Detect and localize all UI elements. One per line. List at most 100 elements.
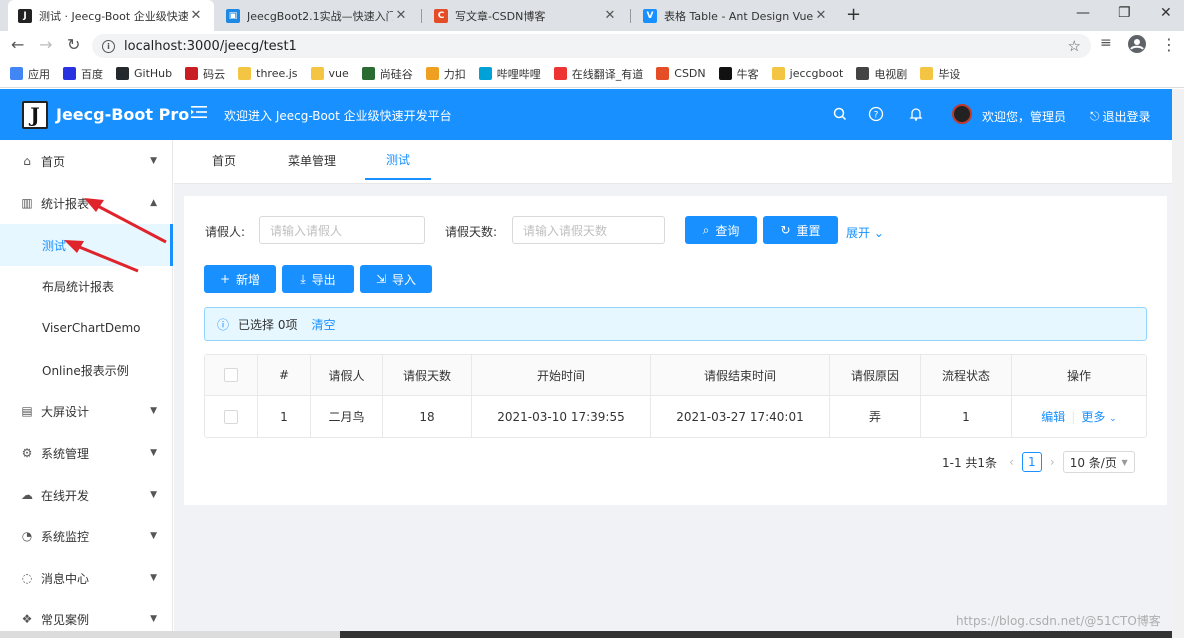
- info-icon[interactable]: i: [102, 39, 115, 53]
- tab-home[interactable]: 首页: [202, 140, 246, 180]
- forward-arrow-icon[interactable]: →: [39, 35, 52, 54]
- bookmark-item[interactable]: 码云: [185, 66, 225, 82]
- bookmark-item[interactable]: 尚硅谷: [361, 66, 413, 82]
- window-close-icon[interactable]: ✕: [1160, 5, 1172, 21]
- applicant-input[interactable]: 请输入请假人: [259, 216, 425, 244]
- row-checkbox[interactable]: [205, 396, 258, 437]
- logout-button[interactable]: ⎋ 退出登录: [1090, 108, 1151, 125]
- browser-tab-title: 写文章-CSDN博客: [455, 9, 546, 23]
- page-item[interactable]: 1: [1021, 452, 1042, 472]
- info-circle-icon: ⓘ: [217, 317, 230, 332]
- sidebar-item[interactable]: 布局统计报表: [0, 265, 173, 307]
- sidebar-item[interactable]: ☁ 在线开发 ▼: [0, 474, 173, 516]
- prev-page-icon[interactable]: ‹: [1009, 455, 1014, 469]
- close-icon[interactable]: ✕: [813, 8, 829, 23]
- page-size-select[interactable]: 10 条/页 ▼: [1062, 451, 1135, 473]
- more-dropdown[interactable]: 更多 ⌄: [1081, 408, 1116, 425]
- bookmark-icon: [478, 67, 492, 80]
- bookmark-icon: [116, 67, 129, 80]
- back-arrow-icon[interactable]: ←: [11, 35, 24, 54]
- bookmark-item[interactable]: three.js: [238, 67, 298, 80]
- close-icon[interactable]: ✕: [188, 8, 204, 23]
- bookmark-item[interactable]: 哔哩哔哩: [478, 66, 541, 82]
- browser-tab-jeecgboot-guide[interactable]: ▣ JeecgBoot2.1实战—快速入门教 ✕: [216, 0, 419, 31]
- sidebar-item[interactable]: 测试: [0, 224, 173, 266]
- bookmark-icon: [920, 67, 934, 80]
- query-button[interactable]: ⌕ 查询: [685, 216, 757, 244]
- bookmark-label: 应用: [28, 67, 50, 81]
- column-header: #: [258, 355, 311, 395]
- add-button[interactable]: + 新增: [204, 265, 276, 293]
- minimize-icon[interactable]: —: [1076, 5, 1090, 21]
- sidebar-item[interactable]: Online报表示例: [0, 349, 173, 391]
- bookmark-item[interactable]: 毕设: [920, 66, 960, 82]
- sidebar-item[interactable]: ViserChartDemo: [0, 307, 173, 349]
- column-header: 请假原因: [830, 355, 921, 395]
- sidebar-menu: ⌂ 首页 ▼ ▥ 统计报表 ▲ 测试布局统计报表 ViserChartDemo Online报表…: [0, 140, 173, 638]
- bookmark-star-icon[interactable]: ☆: [1068, 37, 1081, 55]
- bookmark-item[interactable]: 应用: [10, 66, 50, 82]
- header-welcome-title: 欢迎进入 Jeecg-Boot 企业级快速开发平台: [224, 109, 452, 123]
- close-icon[interactable]: ✕: [393, 8, 409, 23]
- expand-link[interactable]: 展开 ⌄: [846, 224, 884, 241]
- bookmark-item[interactable]: vue: [310, 67, 349, 80]
- sidebar-item[interactable]: ◔ 系统监控 ▼: [0, 515, 173, 557]
- sidebar-item-label: Online报表示例: [42, 363, 129, 378]
- sidebar-item-label: 布局统计报表: [42, 279, 115, 294]
- skin-icon: ❖: [21, 612, 33, 626]
- sidebar-item[interactable]: ▥ 统计报表 ▲: [0, 182, 173, 224]
- column-header: 请假结束时间: [651, 355, 830, 395]
- bookmark-item[interactable]: 在线翻译_有道: [553, 66, 643, 82]
- page-scrollbar[interactable]: [1172, 89, 1184, 638]
- select-all-checkbox[interactable]: [205, 355, 258, 395]
- reload-icon: ↻: [780, 223, 791, 237]
- more-vert-icon[interactable]: ⋮: [1161, 35, 1177, 54]
- days-input[interactable]: 请输入请假天数: [512, 216, 665, 244]
- avatar[interactable]: [952, 104, 972, 124]
- next-page-icon[interactable]: ›: [1050, 455, 1055, 469]
- browser-tab-csdn[interactable]: C 写文章-CSDN博客 ✕: [424, 0, 628, 31]
- bell-icon[interactable]: [908, 106, 924, 122]
- close-icon[interactable]: ✕: [602, 8, 618, 23]
- jeecg-favicon-icon: J: [18, 8, 32, 23]
- menu-fold-icon[interactable]: [190, 103, 208, 121]
- bookmark-icon: [63, 67, 76, 80]
- new-tab-icon[interactable]: +: [846, 4, 861, 25]
- reload-icon[interactable]: ↻: [67, 35, 80, 54]
- sidebar-item[interactable]: ⚙ 系统管理 ▼: [0, 432, 173, 474]
- bookmark-item[interactable]: 力扣: [425, 66, 466, 82]
- search-icon[interactable]: [832, 106, 848, 122]
- profile-icon[interactable]: [1127, 34, 1147, 58]
- page-tabs: 首页 菜单管理 测试: [174, 140, 1172, 184]
- reading-list-icon[interactable]: ≡: [1100, 35, 1112, 51]
- chevron-down-icon: ⌄: [1109, 414, 1117, 424]
- sidebar-item[interactable]: ▤ 大屏设计 ▼: [0, 390, 173, 432]
- clear-selection-link[interactable]: 清空: [311, 316, 335, 333]
- bookmark-item[interactable]: 牛客: [718, 66, 759, 82]
- browser-tab-jeecg[interactable]: J 测试 · Jeecg-Boot 企业级快速开 ✕: [8, 0, 214, 31]
- bookmark-item[interactable]: 百度: [63, 66, 103, 82]
- bookmark-item[interactable]: 电视剧: [856, 66, 907, 82]
- add-label: 新增: [236, 272, 261, 287]
- reset-button[interactable]: ↻ 重置: [763, 216, 838, 244]
- url-bar[interactable]: i localhost:3000/jeecg/test1 ☆: [92, 34, 1091, 58]
- pagination-total: 1-1 共1条: [942, 455, 998, 470]
- tab-test[interactable]: 测试: [365, 140, 431, 180]
- app-name: Jeecg-Boot Pro: [56, 105, 190, 124]
- sidebar-item[interactable]: ◌ 消息中心 ▼: [0, 557, 173, 599]
- user-welcome[interactable]: 欢迎您，管理员: [982, 108, 1066, 125]
- export-button[interactable]: ⤓ 导出: [282, 265, 354, 293]
- bookmark-item[interactable]: jeccgboot: [771, 67, 843, 80]
- browser-tab-antd[interactable]: V 表格 Table - Ant Design Vue ✕: [633, 0, 839, 31]
- import-button[interactable]: ⇲ 导入: [360, 265, 432, 293]
- restore-icon[interactable]: ❐: [1118, 5, 1131, 21]
- bookmark-item[interactable]: GitHub: [116, 67, 172, 80]
- edit-link[interactable]: 编辑: [1041, 408, 1065, 425]
- message-icon: ◌: [21, 571, 33, 585]
- bookmark-item[interactable]: CSDN: [656, 67, 706, 80]
- bookmark-label: GitHub: [134, 67, 173, 80]
- help-icon[interactable]: ?: [868, 106, 884, 122]
- tab-menu-management[interactable]: 菜单管理: [274, 140, 350, 180]
- cell-reason: 弄: [830, 396, 921, 437]
- sidebar-item[interactable]: ⌂ 首页 ▼: [0, 140, 173, 182]
